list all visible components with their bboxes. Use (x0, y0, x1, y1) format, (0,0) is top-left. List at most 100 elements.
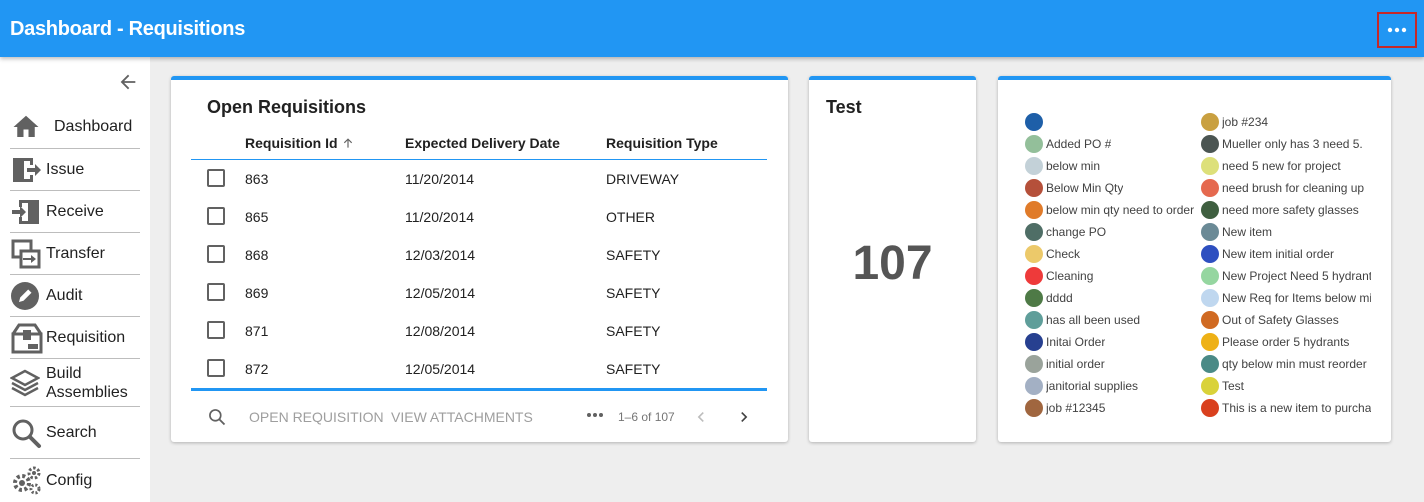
sidebar-item-audit[interactable]: Audit (10, 275, 140, 317)
legend-color-swatch (1025, 355, 1043, 373)
sidebar-item-build-assemblies[interactable]: Build Assemblies (10, 359, 140, 407)
open-requisitions-card: Open Requisitions Requisition Id Expecte… (171, 76, 788, 442)
legend-item[interactable]: dddd (1025, 287, 1197, 309)
table-row[interactable]: 868 12/03/2014 SAFETY (191, 236, 767, 274)
column-header-requisition-type[interactable]: Requisition Type (606, 135, 718, 151)
legend-item[interactable]: need more safety glasses (1201, 199, 1371, 221)
legend-item[interactable]: Cleaning (1025, 265, 1197, 287)
sidebar-item-dashboard[interactable]: Dashboard (10, 105, 140, 149)
legend-item[interactable]: change PO (1025, 221, 1197, 243)
requisition-type: SAFETY (606, 285, 661, 301)
legend-color-swatch (1201, 179, 1219, 197)
sidebar-item-receive[interactable]: Receive (10, 191, 140, 233)
legend-color-swatch (1025, 267, 1043, 285)
legend-color-swatch (1025, 223, 1043, 241)
legend-label: below min qty need to order (1046, 203, 1195, 217)
legend-label: Mueller only has 3 need 5. (1222, 137, 1363, 151)
transfer-icon (10, 237, 46, 271)
sidebar-item-transfer[interactable]: Transfer (10, 233, 140, 275)
pagination-label: 1–6 of 107 (618, 410, 675, 424)
legend-item[interactable]: Check (1025, 243, 1197, 265)
legend-color-swatch (1201, 135, 1219, 153)
row-checkbox[interactable] (207, 207, 225, 225)
more-horizontal-icon (587, 413, 603, 417)
requisition-type: DRIVEWAY (606, 171, 680, 187)
sidebar-item-config[interactable]: Config (10, 459, 140, 502)
row-checkbox[interactable] (207, 321, 225, 339)
row-checkbox[interactable] (207, 283, 225, 301)
legend-label: below min (1046, 159, 1101, 173)
legend-item[interactable]: below min qty need to order (1025, 199, 1197, 221)
legend-item[interactable]: job #12345 (1025, 397, 1197, 419)
legend-label: New item initial order (1222, 247, 1335, 261)
legend-item[interactable]: Out of Safety Glasses (1201, 309, 1371, 331)
sidebar-item-requisition[interactable]: Requisition (10, 317, 140, 359)
legend-label: Please order 5 hydrants (1222, 335, 1350, 349)
collapse-sidebar-button[interactable] (117, 71, 139, 93)
table-header: Requisition Id Expected Delivery Date Re… (191, 128, 767, 160)
column-header-expected-delivery-date[interactable]: Expected Delivery Date (405, 135, 560, 151)
home-icon (10, 110, 54, 144)
legend-color-swatch (1025, 179, 1043, 197)
table-row[interactable]: 863 11/20/2014 DRIVEWAY (191, 160, 767, 198)
sidebar: Dashboard Issue Receive Transfer Audit R… (0, 57, 150, 502)
row-checkbox[interactable] (207, 245, 225, 263)
legend-item[interactable]: Mueller only has 3 need 5. (1201, 133, 1371, 155)
legend-item[interactable]: This is a new item to purchase (1201, 397, 1371, 419)
sidebar-item-issue[interactable]: Issue (10, 149, 140, 191)
sidebar-item-search[interactable]: Search (10, 407, 140, 459)
legend-item[interactable]: New item initial order (1201, 243, 1371, 265)
pencil-icon (10, 279, 46, 313)
table-more-button[interactable] (585, 405, 605, 430)
legend-column-left: Added PO # below min Below Min Qty below mi… (1025, 111, 1197, 419)
legend-item[interactable]: qty below min must reorder (1201, 353, 1371, 375)
next-page-button[interactable] (734, 407, 754, 432)
legend-item[interactable]: has all been used (1025, 309, 1197, 331)
legend-item[interactable]: job #234 (1201, 111, 1371, 133)
legend-label: job #12345 (1046, 401, 1106, 415)
row-checkbox[interactable] (207, 169, 225, 187)
table-row[interactable]: 871 12/08/2014 SAFETY (191, 312, 767, 350)
legend-item[interactable]: Initai Order (1025, 331, 1197, 353)
test-card: Test 107 (809, 76, 976, 442)
search-icon (209, 409, 226, 426)
column-header-requisition-id[interactable]: Requisition Id (245, 135, 355, 151)
count-value: 107 (852, 237, 933, 290)
legend-color-swatch (1025, 311, 1043, 329)
legend-label: Test (1222, 379, 1245, 393)
gears-icon (10, 464, 46, 498)
legend-label: Check (1046, 247, 1081, 261)
view-attachments-button[interactable]: VIEW ATTACHMENTS (391, 409, 533, 425)
row-checkbox[interactable] (207, 359, 225, 377)
legend-item[interactable]: need brush for cleaning up (1201, 177, 1371, 199)
more-options-button[interactable] (1377, 12, 1417, 48)
table-row[interactable]: 872 12/05/2014 SAFETY (191, 350, 767, 388)
legend-item[interactable] (1025, 111, 1197, 133)
legend-label: Cleaning (1046, 269, 1094, 283)
sidebar-item-label: Transfer (46, 245, 105, 262)
table-footer: OPEN REQUISITION VIEW ATTACHMENTS 1–6 of… (191, 388, 767, 438)
open-requisition-button[interactable]: OPEN REQUISITION (249, 409, 384, 425)
previous-page-button[interactable] (691, 407, 711, 432)
table-row[interactable]: 869 12/05/2014 SAFETY (191, 274, 767, 312)
legend-label: New Project Need 5 hydrants (1222, 269, 1371, 283)
legend-item[interactable]: New Req for Items below min (1201, 287, 1371, 309)
legend-color-swatch (1201, 201, 1219, 219)
legend-item[interactable]: New item (1201, 221, 1371, 243)
requisition-type: SAFETY (606, 323, 661, 339)
legend-label: need 5 new for project (1222, 159, 1341, 173)
legend-color-swatch (1025, 201, 1043, 219)
table-search-button[interactable] (207, 407, 227, 432)
legend-item[interactable]: Please order 5 hydrants (1201, 331, 1371, 353)
legend-item[interactable]: need 5 new for project (1201, 155, 1371, 177)
legend-item[interactable]: janitorial supplies (1025, 375, 1197, 397)
legend-color-swatch (1201, 377, 1219, 395)
legend-item[interactable]: Test (1201, 375, 1371, 397)
legend-item[interactable]: New Project Need 5 hydrants (1201, 265, 1371, 287)
legend-item[interactable]: Added PO # (1025, 133, 1197, 155)
legend-item[interactable]: below min (1025, 155, 1197, 177)
legend-item[interactable]: initial order (1025, 353, 1197, 375)
legend-item[interactable]: Below Min Qty (1025, 177, 1197, 199)
table-row[interactable]: 865 11/20/2014 OTHER (191, 198, 767, 236)
layers-icon (10, 366, 46, 400)
